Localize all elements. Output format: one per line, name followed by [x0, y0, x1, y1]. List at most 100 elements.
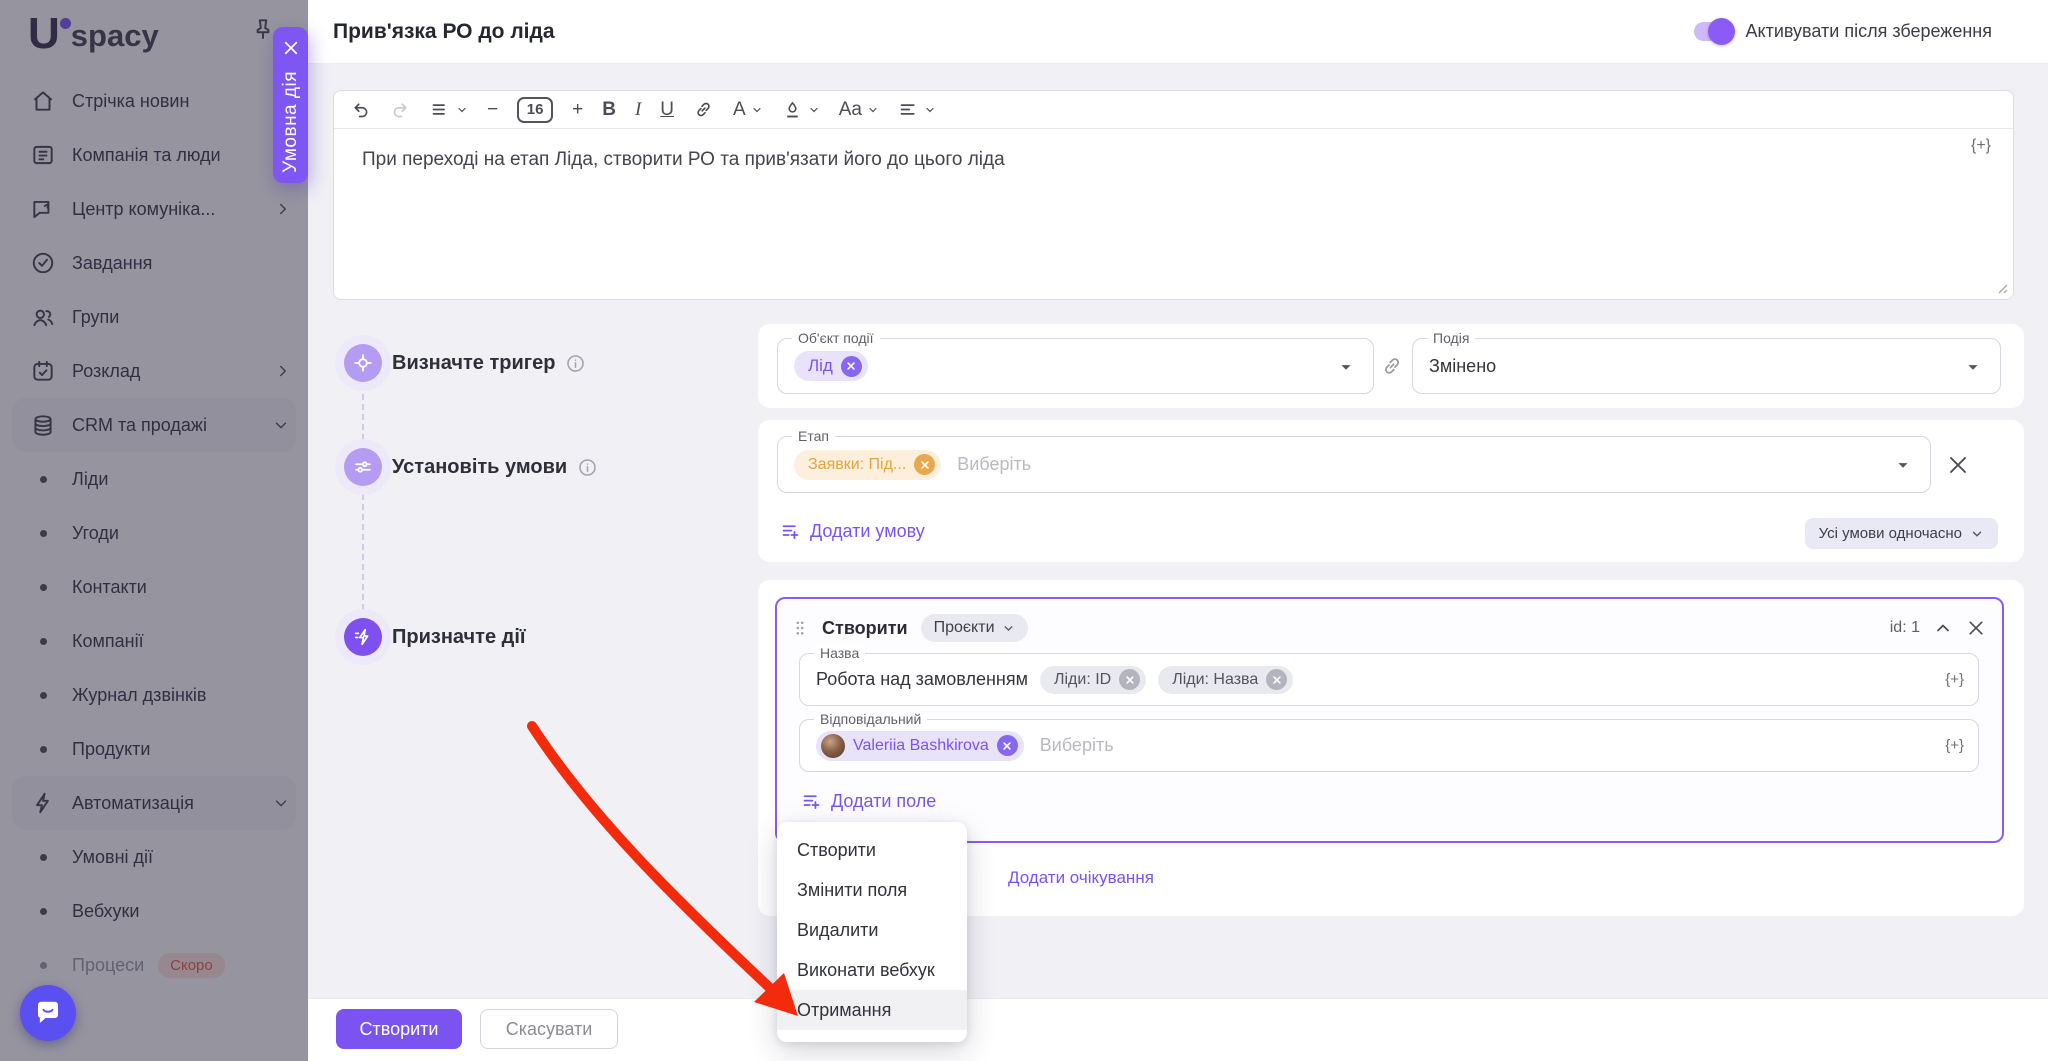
conditional-action-tab[interactable]: Умовна дія [273, 27, 308, 183]
cancel-button[interactable]: Скасувати [480, 1009, 618, 1049]
undo-icon[interactable] [350, 99, 371, 120]
remove-chip-icon[interactable] [841, 356, 862, 377]
responsible-field[interactable]: Відповідальний Valeriia Bashkirova Вибер… [799, 719, 1979, 772]
insert-link-icon[interactable] [693, 99, 714, 120]
list-plus-icon [801, 791, 822, 812]
step-actions-label: Призначте дії [392, 618, 526, 656]
event-type-value: Змінено [1429, 356, 1496, 377]
conditions-mode-select[interactable]: Усі умови одночасно [1805, 518, 1998, 549]
stage-condition-field[interactable]: Етап Заявки: Під... Виберіть [777, 436, 1931, 493]
align-button[interactable] [898, 99, 936, 120]
chevron-down-icon [456, 104, 468, 116]
action-entity-select[interactable]: Проєкти [921, 614, 1028, 642]
add-condition-link[interactable]: Додати умову [780, 521, 925, 542]
page-header: Прив'язка РО до ліда Активувати після зб… [308, 0, 2048, 64]
responsible-placeholder: Виберіть [1040, 735, 1114, 756]
dropdown-caret-icon[interactable] [1335, 356, 1357, 378]
chevron-down-icon [1002, 622, 1015, 635]
italic-button[interactable]: I [635, 99, 641, 121]
activate-toggle[interactable] [1694, 22, 1732, 41]
tab-label: Умовна дія [280, 71, 302, 173]
chevron-down-icon [924, 104, 936, 116]
menu-item-create[interactable]: Створити [777, 830, 967, 870]
remove-condition-icon[interactable] [1946, 453, 1970, 477]
sidebar-dim-overlay [0, 0, 308, 1061]
drag-handle-icon[interactable] [791, 619, 809, 637]
resize-handle-icon[interactable] [1994, 280, 2008, 294]
footer-bar: Створити Скасувати [308, 998, 2048, 1061]
underline-button[interactable]: U [660, 99, 674, 121]
menu-item-receive[interactable]: Отримання [777, 990, 967, 1030]
toggle-knob [1708, 18, 1735, 45]
chevron-down-icon [867, 104, 879, 116]
event-object-field[interactable]: Об'єкт події Лід [777, 338, 1374, 394]
chevron-down-icon [1970, 527, 1984, 541]
action-id: id: 1 [1890, 619, 1920, 637]
align-lines-icon [898, 99, 919, 120]
insert-token-button[interactable]: {+} [1945, 671, 1964, 688]
redo-icon[interactable] [390, 99, 411, 120]
bold-button[interactable]: B [602, 99, 616, 121]
page-title: Прив'язка РО до ліда [333, 20, 555, 44]
editor-toolbar: − 16 + B I U A Aa [334, 91, 2013, 129]
trigger-step-icon [344, 344, 382, 382]
description-text-area[interactable]: При переході на етап Ліда, створити РО т… [334, 129, 2013, 191]
action-title: Створити [822, 618, 908, 639]
font-size-decrease-button[interactable]: − [487, 99, 498, 121]
action-block: Створити Проєкти id: 1 Назва Робота над … [775, 597, 2004, 843]
stage-chip: Заявки: Під... [794, 450, 941, 480]
line-height-button[interactable] [430, 99, 468, 120]
text-color-button[interactable]: A [733, 99, 763, 121]
description-text: При переході на етап Ліда, створити РО т… [362, 149, 1005, 170]
insert-token-button[interactable]: {+} [1971, 137, 1991, 155]
close-icon[interactable] [282, 39, 300, 57]
info-icon[interactable] [565, 353, 586, 374]
close-icon[interactable] [1966, 618, 1986, 638]
task-name-field[interactable]: Назва Робота над замовленням Ліди: ID Лі… [799, 653, 1979, 706]
info-icon[interactable] [577, 457, 598, 478]
actions-step-icon [344, 618, 382, 656]
remove-chip-icon[interactable] [914, 454, 935, 475]
font-size-value[interactable]: 16 [517, 97, 553, 123]
highlight-color-button[interactable] [782, 99, 820, 120]
chat-widget-button[interactable] [20, 985, 76, 1041]
action-type-menu: Створити Змінити поля Видалити Виконати … [777, 822, 967, 1042]
step-trigger-label: Визначте тригер [392, 344, 586, 382]
list-plus-icon [780, 521, 801, 542]
menu-item-change-fields[interactable]: Змінити поля [777, 870, 967, 910]
remove-chip-icon[interactable] [997, 735, 1018, 756]
responsible-chip: Valeriia Bashkirova [816, 731, 1024, 761]
dropdown-caret-icon[interactable] [1892, 454, 1914, 476]
menu-item-delete[interactable]: Видалити [777, 910, 967, 950]
activate-toggle-label: Активувати після збереження [1746, 21, 1993, 42]
create-button[interactable]: Створити [336, 1009, 462, 1049]
font-size-increase-button[interactable]: + [572, 99, 583, 121]
remove-chip-icon[interactable] [1266, 669, 1287, 690]
chevron-down-icon [751, 104, 763, 116]
action-block-header: Створити Проєкти id: 1 [791, 611, 1986, 645]
token-chip: Ліди: Назва [1158, 666, 1293, 694]
conditions-card: Етап Заявки: Під... Виберіть Додати умов… [758, 420, 2024, 562]
event-type-field[interactable]: Подія Змінено [1412, 338, 2001, 394]
avatar [821, 734, 845, 758]
add-wait-link[interactable]: Додати очікування [1008, 868, 1154, 888]
step-conditions-label: Установіть умови [392, 448, 598, 486]
dropdown-caret-icon[interactable] [1962, 356, 1984, 378]
lines-icon [430, 99, 451, 120]
remove-chip-icon[interactable] [1119, 669, 1140, 690]
token-chip: Ліди: ID [1040, 666, 1146, 694]
menu-item-run-webhook[interactable]: Виконати вебхук [777, 950, 967, 990]
chevron-down-icon [808, 104, 820, 116]
description-editor: − 16 + B I U A Aa При переході на етап Л… [333, 90, 2014, 300]
task-name-value: Робота над замовленням [816, 669, 1028, 690]
conditions-step-icon [344, 448, 382, 486]
chat-bubble-icon [33, 998, 63, 1028]
collapse-icon[interactable] [1933, 618, 1953, 638]
add-field-link[interactable]: Додати поле [801, 791, 936, 812]
text-case-button[interactable]: Aa [839, 99, 879, 121]
steps-connector-line [362, 384, 364, 620]
insert-token-button[interactable]: {+} [1945, 737, 1964, 754]
event-object-chip: Лід [794, 351, 868, 381]
ink-drop-icon [782, 99, 803, 120]
trigger-card: Об'єкт події Лід Подія Змінено [758, 324, 2024, 408]
